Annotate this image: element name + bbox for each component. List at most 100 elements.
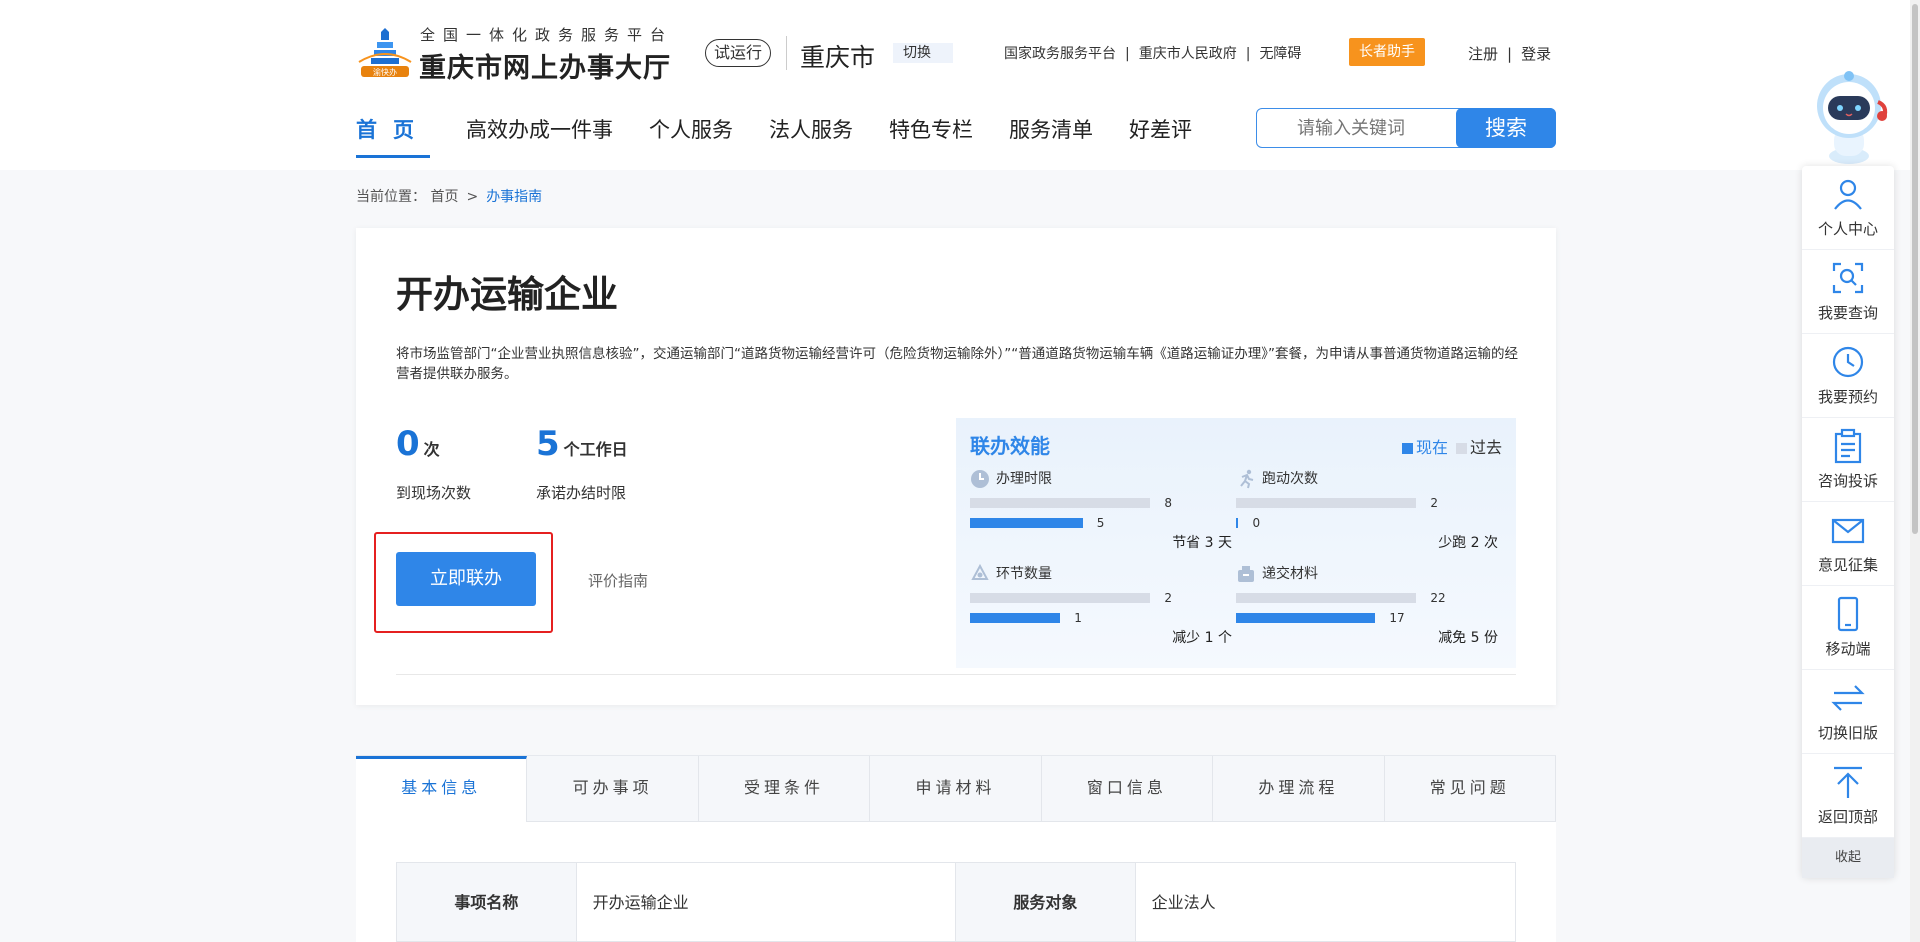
saving-text: 减少 1 个 — [1172, 630, 1232, 646]
tab-conditions[interactable]: 受理条件 — [698, 756, 871, 822]
top-links: 国家政务服务平台 | 重庆市人民政府 | 无障碍 — [1004, 46, 1302, 62]
efficiency-title: 联办效能 — [970, 434, 1050, 458]
page-scrollbar[interactable] — [1910, 0, 1920, 942]
now-value: 17 — [1389, 611, 1405, 625]
fb-feedback[interactable]: 意见征集 — [1802, 502, 1894, 586]
link-city-government[interactable]: 重庆市人民政府 — [1139, 46, 1237, 62]
assistant-mascot-icon[interactable] — [1806, 66, 1892, 166]
past-value: 2 — [1164, 591, 1173, 605]
past-value: 2 — [1430, 496, 1439, 510]
brand-subtitle: 全国一体化政务服务平台 — [420, 26, 674, 44]
page: 渝快办 全国一体化政务服务平台 重庆市网上办事大厅 试运行 重庆市 切换 国家政… — [0, 0, 1920, 942]
service-target-label: 服务对象 — [956, 863, 1136, 941]
nav-item-personal[interactable]: 个人服务 — [649, 114, 733, 158]
register-link[interactable]: 注册 — [1468, 45, 1498, 63]
item-name-value: 开办运输企业 — [577, 863, 956, 941]
service-description: 将市场监管部门“企业营业执照信息核验”，交通运输部门“道路货物运输经营许可（危险… — [396, 346, 1518, 382]
evaluation-guide-link[interactable]: 评价指南 — [588, 570, 648, 591]
efficiency-legend: 现在 过去 — [1401, 434, 1502, 458]
breadcrumb-label: 当前位置： — [356, 189, 426, 205]
mobile-icon — [1837, 596, 1859, 632]
user-icon — [1834, 179, 1862, 210]
search-box: 搜索 — [1256, 108, 1556, 148]
breadcrumb-home[interactable]: 首页 — [430, 189, 458, 205]
trial-badge: 试运行 — [705, 39, 772, 67]
breadcrumb-current: 办事指南 — [486, 189, 543, 205]
metric-step-count: 环节数量 2 1 减少 1 个 — [970, 563, 1232, 653]
back-to-top-icon — [1834, 766, 1862, 798]
elder-helper-button[interactable]: 长者助手 — [1349, 38, 1425, 66]
legend-now: 现在 — [1415, 438, 1448, 457]
basic-info-table: 事项名称 开办运输企业 服务对象 企业法人 — [396, 862, 1516, 942]
nav-item-featured[interactable]: 特色专栏 — [889, 114, 973, 158]
scrollbar-thumb[interactable] — [1912, 4, 1918, 534]
now-bar — [970, 518, 1083, 528]
fb-query[interactable]: 我要查询 — [1802, 250, 1894, 334]
past-bar — [970, 593, 1151, 603]
link-national-platform[interactable]: 国家政务服务平台 — [1004, 46, 1116, 62]
metric-materials: 递交材料 22 17 减免 5 份 — [1236, 563, 1498, 653]
past-bar — [1236, 593, 1417, 603]
past-bar — [970, 498, 1151, 508]
page-title: 开办运输企业 — [396, 273, 618, 316]
legend-now-swatch — [1401, 443, 1413, 454]
card-divider — [396, 674, 1516, 675]
fb-appointment[interactable]: 我要预约 — [1802, 334, 1894, 418]
clock-icon — [1832, 346, 1864, 378]
tab-basic-info[interactable]: 基本信息 — [356, 756, 528, 822]
stat-deadline-unit: 个工作日 — [563, 440, 628, 459]
nav-item-rating[interactable]: 好差评 — [1129, 114, 1192, 158]
now-bar — [970, 613, 1061, 623]
folder-icon — [1238, 566, 1254, 582]
saving-text: 节省 3 天 — [1172, 535, 1232, 551]
login-link[interactable]: 登录 — [1521, 45, 1551, 63]
stat-deadline-number: 5 — [536, 424, 560, 464]
now-bar — [1236, 518, 1239, 528]
clipboard-icon — [1834, 428, 1862, 464]
detail-tabs: 基本信息 可办事项 受理条件 申请材料 窗口信息 办理流程 常见问题 — [356, 755, 1556, 822]
fb-switch-old[interactable]: 切换旧版 — [1802, 670, 1894, 754]
saving-text: 减免 5 份 — [1438, 630, 1498, 646]
fb-personal-center[interactable]: 个人中心 — [1802, 166, 1894, 250]
logo-icon[interactable]: 渝快办 — [355, 28, 415, 78]
tab-materials[interactable]: 申请材料 — [870, 756, 1042, 822]
search-button[interactable]: 搜索 — [1456, 108, 1556, 148]
stat-deadline-label: 承诺办结时限 — [536, 484, 627, 502]
past-bar — [1236, 498, 1417, 508]
brand-title[interactable]: 重庆市网上办事大厅 — [419, 46, 671, 85]
detail-section: 基本信息 可办事项 受理条件 申请材料 窗口信息 办理流程 常见问题 事项名称 … — [356, 755, 1556, 942]
running-icon — [1240, 469, 1254, 489]
legend-past: 过去 — [1469, 438, 1502, 457]
saving-text: 少跑 2 次 — [1438, 535, 1498, 551]
collapse-button[interactable]: 收起 — [1802, 838, 1894, 878]
nav-item-legal-person[interactable]: 法人服务 — [769, 114, 853, 158]
nav-item-one-thing[interactable]: 高效办成一件事 — [466, 114, 613, 158]
mail-icon — [1831, 518, 1865, 544]
now-bar — [1236, 613, 1376, 623]
search-input[interactable] — [1257, 109, 1457, 147]
switch-icon — [1831, 685, 1865, 711]
metric-name: 办理时限 — [996, 471, 1052, 487]
tab-faq[interactable]: 常见问题 — [1384, 756, 1556, 822]
service-card: 开办运输企业 将市场监管部门“企业营业执照信息核验”，交通运输部门“道路货物运输… — [356, 228, 1556, 705]
clock-icon — [971, 470, 989, 488]
metric-name: 递交材料 — [1262, 566, 1318, 582]
apply-button[interactable]: 立即联办 — [396, 552, 536, 606]
tab-process[interactable]: 办理流程 — [1213, 756, 1385, 822]
cycle-icon — [971, 564, 989, 580]
nav-item-home[interactable]: 首页 — [356, 114, 430, 158]
header-divider — [786, 36, 787, 70]
fb-complaint[interactable]: 咨询投诉 — [1802, 418, 1894, 502]
nav-item-service-list[interactable]: 服务清单 — [1009, 114, 1093, 158]
tab-available-items[interactable]: 可办事项 — [527, 756, 699, 822]
switch-city-button[interactable]: 切换 — [893, 43, 953, 63]
tab-window-info[interactable]: 窗口信息 — [1041, 756, 1214, 822]
fb-back-to-top[interactable]: 返回顶部 — [1802, 754, 1894, 838]
efficiency-panel: 联办效能 现在 过去 办理时限 8 5 节省 3 天 跑动次数 2 0 少跑 2 … — [956, 418, 1516, 668]
metric-visit-count: 跑动次数 2 0 少跑 2 次 — [1236, 468, 1498, 558]
metric-processing-time: 办理时限 8 5 节省 3 天 — [970, 468, 1232, 558]
stat-visits-label: 到现场次数 — [396, 484, 472, 502]
fb-mobile[interactable]: 移动端 — [1802, 586, 1894, 670]
link-accessibility[interactable]: 无障碍 — [1259, 46, 1301, 62]
svg-text:渝快办: 渝快办 — [373, 67, 397, 77]
